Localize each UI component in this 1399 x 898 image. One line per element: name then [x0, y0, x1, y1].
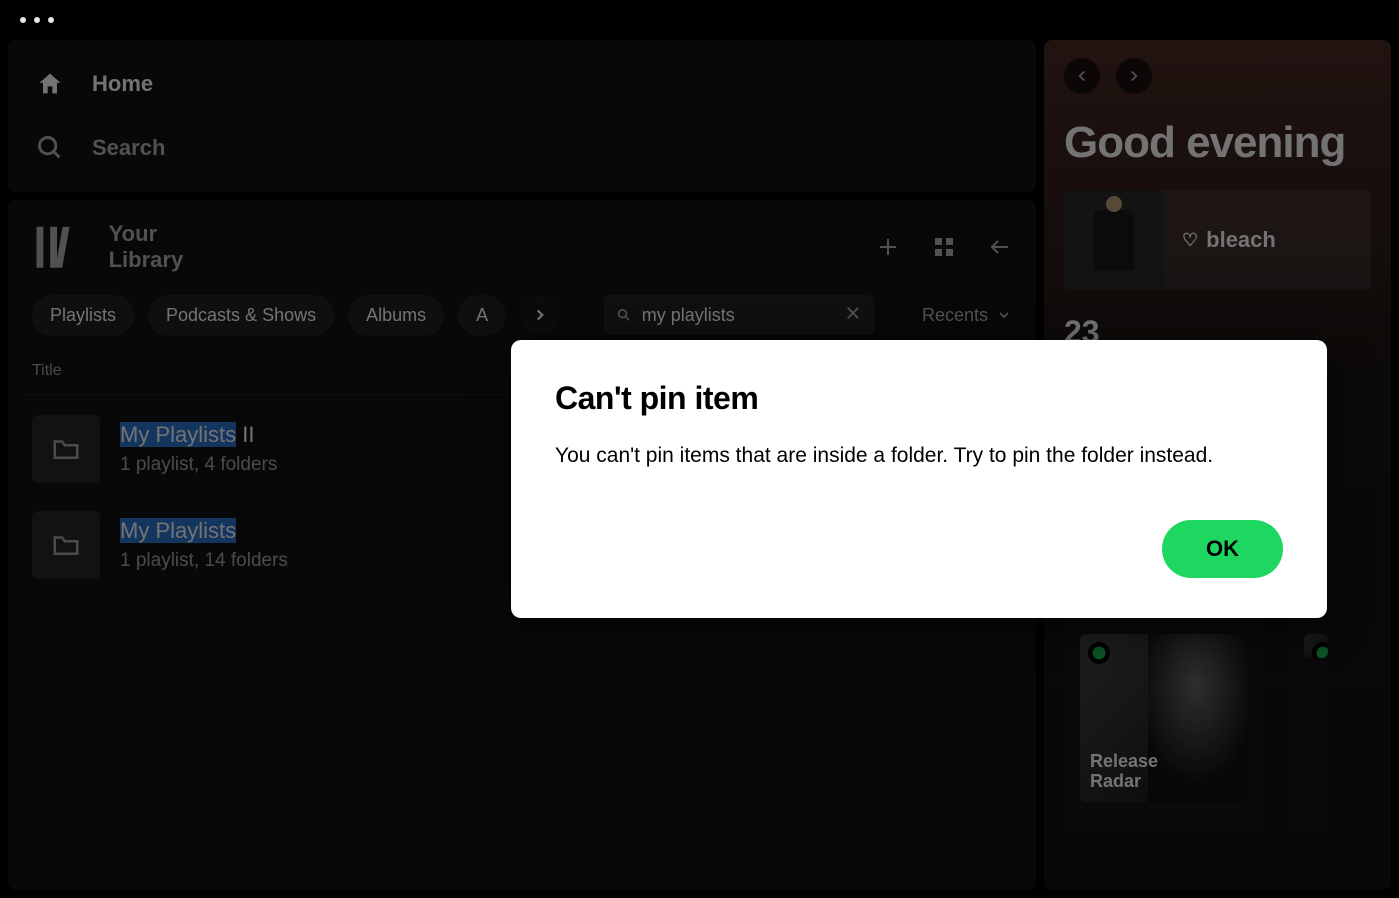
nav-search[interactable]: Search: [8, 116, 1036, 180]
greeting-heading: Good evening: [1064, 118, 1371, 168]
shortcut-artwork: [1064, 190, 1164, 290]
folder-thumbnail: [32, 415, 100, 483]
folder-thumbnail: [32, 511, 100, 579]
chevron-down-icon: [996, 307, 1012, 323]
traffic-light-dot: [34, 17, 40, 23]
library-item-name: My Playlists: [120, 518, 288, 544]
search-icon: [36, 134, 64, 162]
library-item-name: My Playlists II: [120, 422, 277, 448]
spotify-logo-icon: [1312, 642, 1328, 658]
folder-icon: [51, 530, 81, 560]
sort-by-label: Recents: [922, 305, 988, 326]
library-item-meta: 1 playlist, 4 folders: [120, 454, 277, 476]
chevron-right-icon: [1125, 67, 1143, 85]
nav-panel: Home Search: [8, 40, 1036, 192]
shortcut-card[interactable]: ♡ bleach: [1064, 190, 1371, 290]
window-title-bar: [0, 0, 1399, 40]
traffic-light-dot: [20, 17, 26, 23]
search-icon: [616, 305, 632, 325]
library-search-input[interactable]: [642, 305, 834, 326]
nav-home[interactable]: Home: [8, 52, 1036, 116]
filter-chip[interactable]: Playlists: [32, 295, 134, 336]
dialog-title: Can't pin item: [555, 380, 1283, 417]
traffic-light-dot: [48, 17, 54, 23]
collapse-arrow-icon[interactable]: [988, 235, 1012, 259]
cant-pin-dialog: Can't pin item You can't pin items that …: [511, 340, 1327, 618]
library-toggle[interactable]: Your Library: [32, 220, 183, 275]
dialog-body: You can't pin items that are inside a fo…: [555, 441, 1283, 470]
sort-by-dropdown[interactable]: Recents: [922, 305, 1012, 326]
home-icon: [36, 70, 64, 98]
filter-chip[interactable]: Podcasts & Shows: [148, 295, 334, 336]
library-title: Your Library: [109, 221, 184, 273]
card-artwork: Release Radar: [1080, 634, 1248, 802]
spotify-logo-icon: [1088, 642, 1110, 664]
chevron-right-icon: [531, 306, 549, 324]
shortcut-label: bleach: [1206, 227, 1276, 253]
forward-button[interactable]: [1116, 58, 1152, 94]
card-artwork: [1304, 634, 1328, 658]
back-button[interactable]: [1064, 58, 1100, 94]
chips-scroll-right[interactable]: [520, 295, 560, 335]
clear-search-button[interactable]: [844, 304, 862, 327]
nav-home-label: Home: [92, 71, 153, 97]
nav-search-label: Search: [92, 135, 165, 161]
library-item-meta: 1 playlist, 14 folders: [120, 550, 288, 572]
playlist-card[interactable]: Release Radar: [1064, 618, 1264, 832]
grid-view-icon[interactable]: [932, 235, 956, 259]
playlist-card[interactable]: [1288, 618, 1328, 832]
folder-icon: [51, 434, 81, 464]
chevron-left-icon: [1073, 67, 1091, 85]
filter-chip[interactable]: A: [458, 295, 506, 336]
library-search-box[interactable]: [604, 295, 874, 335]
plus-icon[interactable]: [876, 235, 900, 259]
card-title-line: Radar: [1090, 772, 1158, 792]
ok-button[interactable]: OK: [1162, 520, 1283, 578]
close-icon: [844, 304, 862, 322]
filter-chip[interactable]: Albums: [348, 295, 444, 336]
heart-icon: ♡: [1182, 230, 1198, 251]
card-title-line: Release: [1090, 752, 1158, 772]
library-icon: [32, 220, 87, 275]
